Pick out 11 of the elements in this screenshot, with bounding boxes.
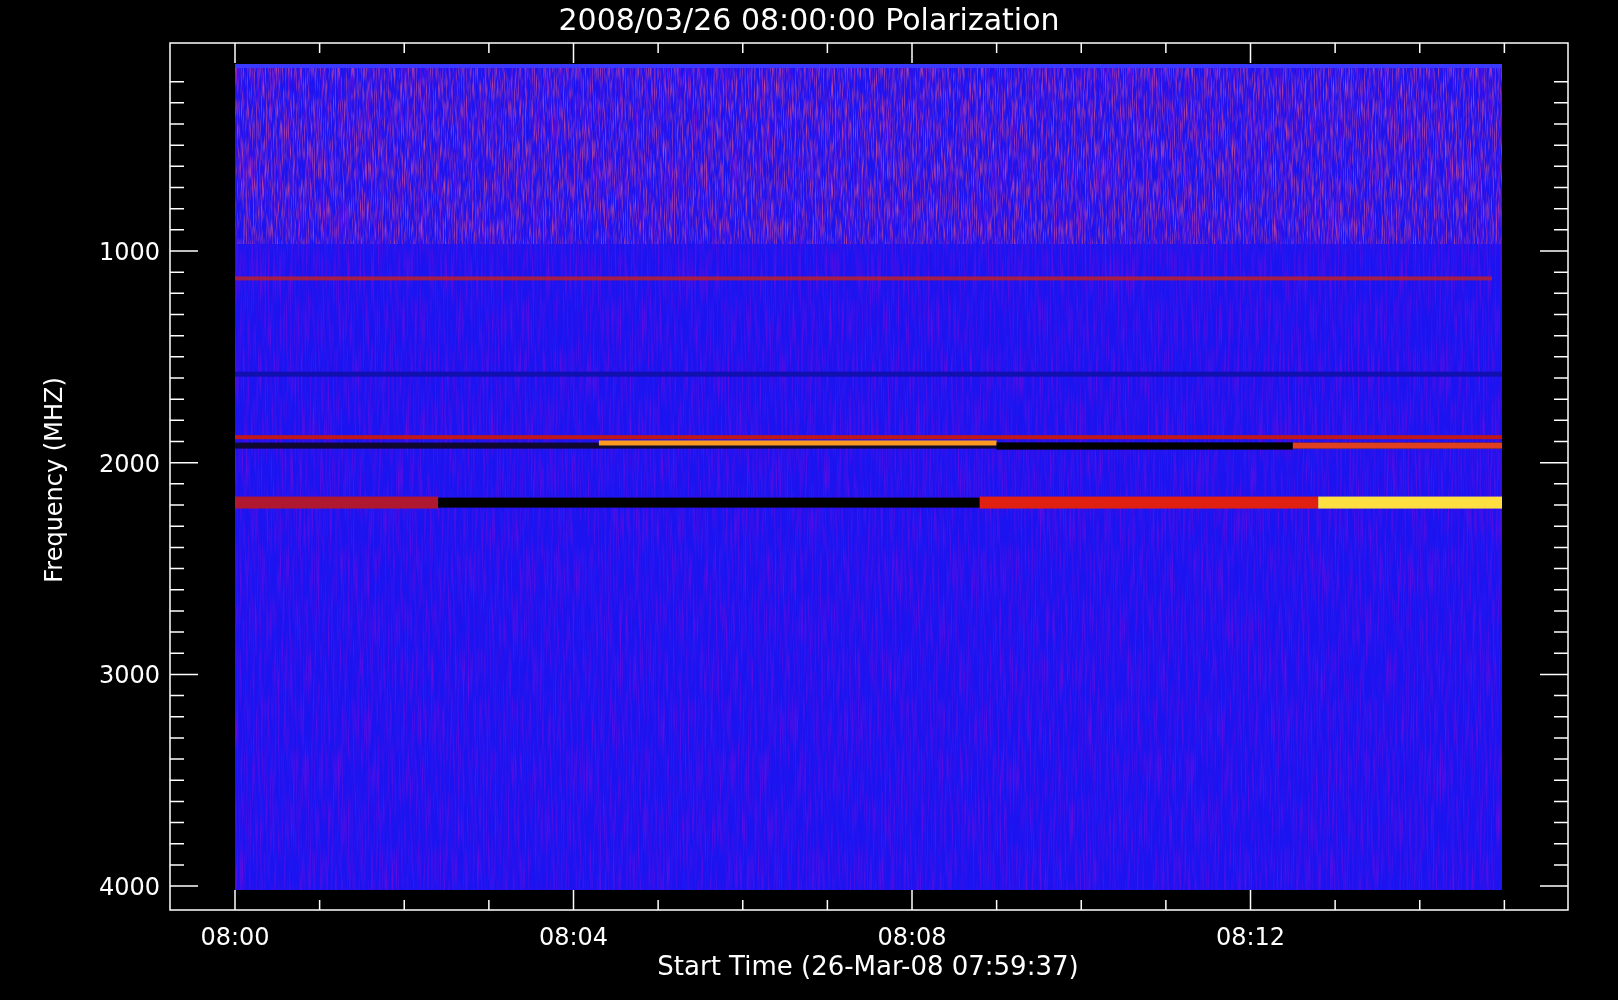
chart-title: 2008/03/26 08:00:00 Polarization	[558, 2, 1060, 37]
x-tick-label: 08:04	[538, 923, 609, 951]
y-tick-label: 4000	[98, 873, 160, 902]
y-tick-label: 2000	[98, 449, 160, 478]
x-tick-label: 08:12	[1215, 923, 1286, 951]
x-tick-label: 08:00	[200, 923, 270, 951]
x-tick-label: 08:08	[877, 923, 947, 951]
y-tick-label: 1000	[98, 238, 160, 266]
y-axis-label: Frequency (MHZ)	[40, 377, 68, 583]
x-axis-label: Start Time (26-Mar-08 07:59:37)	[657, 951, 1079, 981]
y-tick-label: 3000	[98, 661, 160, 690]
